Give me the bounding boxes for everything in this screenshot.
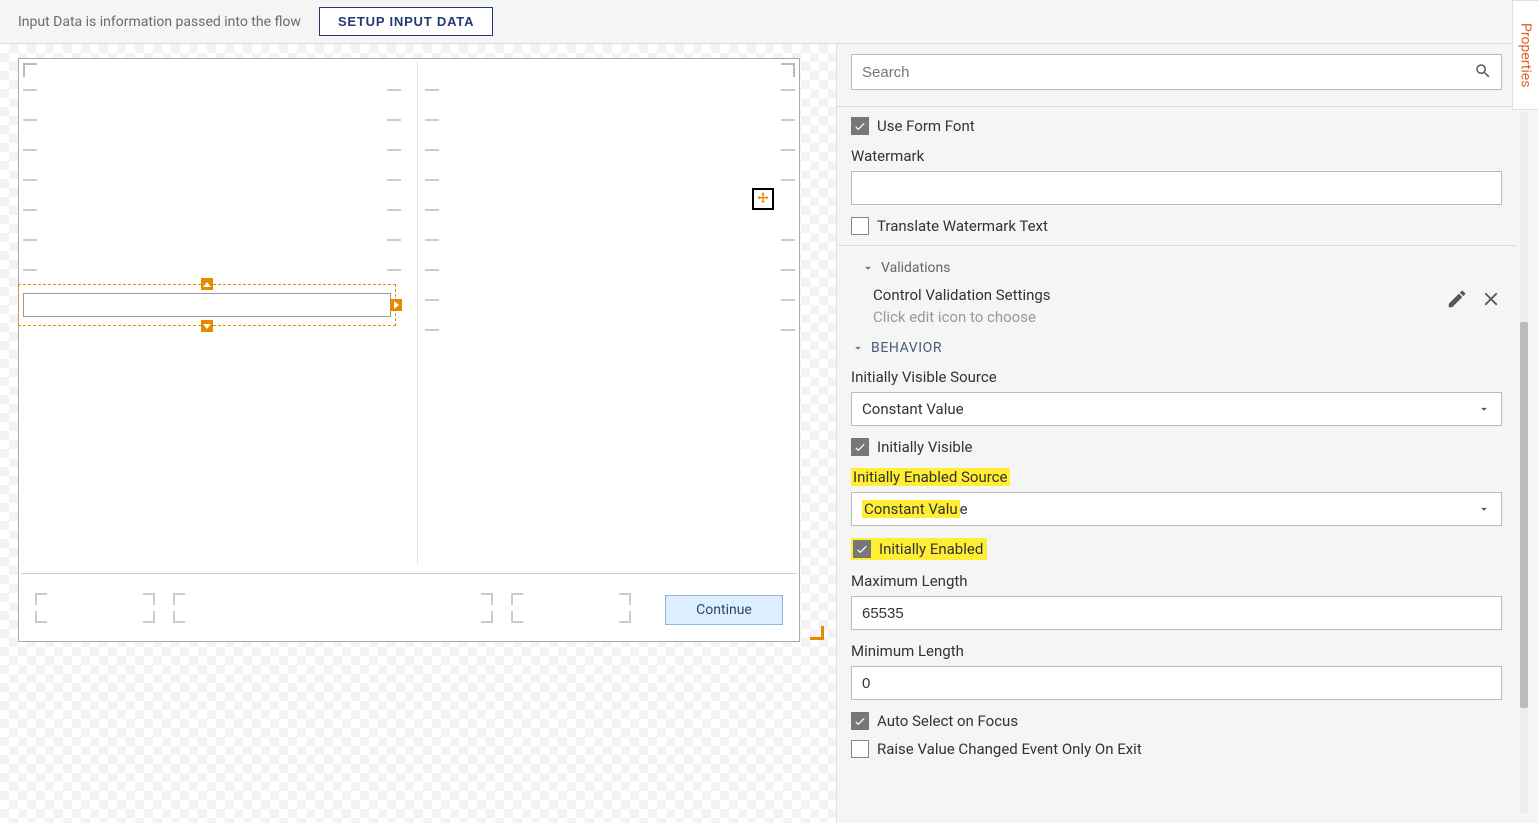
setup-input-data-button[interactable]: SETUP INPUT DATA [319, 7, 493, 36]
initially-enabled-label: Initially Enabled [879, 540, 983, 558]
ruler-tick [387, 179, 401, 181]
min-length-input[interactable] [851, 666, 1502, 700]
column-divider [417, 61, 418, 565]
ruler-tick [781, 179, 795, 181]
close-icon[interactable] [1480, 288, 1502, 310]
behavior-title: BEHAVIOR [871, 340, 942, 356]
resize-handle-right[interactable] [390, 299, 402, 311]
ruler-tick [781, 119, 795, 121]
translate-watermark-label: Translate Watermark Text [877, 217, 1048, 235]
ruler-tick [387, 149, 401, 151]
ruler-tick [781, 149, 795, 151]
raise-event-checkbox[interactable] [851, 740, 869, 758]
button-slot[interactable] [35, 593, 155, 623]
ruler-tick [425, 299, 439, 301]
initially-enabled-source-label: Initially Enabled Source [851, 468, 1502, 486]
ruler-tick [781, 89, 795, 91]
ruler-tick [425, 269, 439, 271]
button-slot[interactable] [511, 593, 631, 623]
initially-enabled-row[interactable]: Initially Enabled [851, 538, 1502, 560]
frame-corner-tr [781, 63, 795, 77]
form-frame[interactable]: Continue [18, 58, 800, 642]
edit-icon[interactable] [1446, 288, 1468, 310]
initially-visible-row[interactable]: Initially Visible [851, 438, 1502, 456]
continue-button[interactable]: Continue [665, 595, 783, 625]
max-length-input[interactable] [851, 596, 1502, 630]
resize-handle-top[interactable] [201, 278, 213, 290]
auto-select-checkbox[interactable] [851, 712, 869, 730]
ruler-tick [781, 239, 795, 241]
ruler-tick [781, 269, 795, 271]
form-resize-handle[interactable] [810, 626, 824, 640]
ruler-tick [425, 239, 439, 241]
panel-scrollbar[interactable] [1520, 112, 1528, 813]
move-icon [755, 191, 771, 207]
ruler-tick [425, 329, 439, 331]
ruler-tick [23, 179, 37, 181]
behavior-section-header[interactable]: BEHAVIOR [851, 340, 1502, 356]
auto-select-label: Auto Select on Focus [877, 712, 1018, 730]
ruler-tick [425, 89, 439, 91]
raise-event-label: Raise Value Changed Event Only On Exit [877, 740, 1142, 758]
initially-visible-source-value: Constant Value [862, 400, 964, 418]
chevron-down-icon [1477, 402, 1491, 416]
ruler-tick [425, 149, 439, 151]
validations-section-header[interactable]: Validations [861, 260, 1502, 276]
initially-enabled-source-select[interactable]: Constant Value [851, 492, 1502, 526]
form-canvas[interactable]: Continue [0, 44, 836, 823]
initially-visible-checkbox[interactable] [851, 438, 869, 456]
ruler-tick [387, 209, 401, 211]
row-divider [21, 573, 797, 574]
min-length-label: Minimum Length [851, 642, 1502, 660]
translate-watermark-row[interactable]: Translate Watermark Text [851, 217, 1502, 235]
ruler-tick [425, 119, 439, 121]
resize-handle-bottom[interactable] [201, 320, 213, 332]
ruler-tick [781, 299, 795, 301]
initially-visible-source-label: Initially Visible Source [851, 368, 1502, 386]
ruler-tick [425, 179, 439, 181]
ruler-tick [23, 89, 37, 91]
properties-panel: Use Form Font Watermark Translate Waterm… [836, 44, 1538, 823]
initially-enabled-checkbox[interactable] [853, 540, 871, 558]
selected-textbox[interactable] [18, 284, 396, 326]
ruler-tick [425, 209, 439, 211]
search-input[interactable] [851, 54, 1502, 90]
chevron-down-icon [1477, 502, 1491, 516]
use-form-font-checkbox[interactable] [851, 117, 869, 135]
initially-visible-label: Initially Visible [877, 438, 972, 456]
initially-visible-source-select[interactable]: Constant Value [851, 392, 1502, 426]
ruler-tick [387, 269, 401, 271]
ruler-tick [23, 209, 37, 211]
ruler-tick [23, 269, 37, 271]
move-handle[interactable] [752, 188, 774, 210]
ruler-tick [387, 239, 401, 241]
raise-event-row[interactable]: Raise Value Changed Event Only On Exit [851, 740, 1502, 758]
ruler-tick [387, 119, 401, 121]
ruler-tick [387, 89, 401, 91]
button-slot[interactable] [173, 593, 493, 623]
input-data-desc: Input Data is information passed into th… [18, 14, 301, 30]
validations-title: Validations [881, 260, 950, 276]
properties-tab[interactable]: Properties [1512, 0, 1538, 110]
ruler-tick [781, 329, 795, 331]
validation-hint: Click edit icon to choose [873, 308, 1502, 326]
watermark-input[interactable] [851, 171, 1502, 205]
translate-watermark-checkbox[interactable] [851, 217, 869, 235]
textbox-input[interactable] [23, 293, 391, 317]
max-length-label: Maximum Length [851, 572, 1502, 590]
chevron-down-icon [851, 341, 865, 355]
chevron-down-icon [861, 261, 875, 275]
top-bar: Input Data is information passed into th… [0, 0, 1538, 44]
use-form-font-label: Use Form Font [877, 117, 975, 135]
ruler-tick [23, 119, 37, 121]
ruler-tick [23, 239, 37, 241]
control-validation-settings-label: Control Validation Settings [873, 286, 1502, 304]
initially-enabled-source-value: Constant Value [862, 500, 968, 518]
watermark-label: Watermark [851, 147, 1502, 165]
frame-corner-tl [23, 63, 37, 77]
ruler-tick [23, 149, 37, 151]
search-icon [1474, 62, 1492, 80]
auto-select-row[interactable]: Auto Select on Focus [851, 712, 1502, 730]
use-form-font-row[interactable]: Use Form Font [851, 117, 1502, 135]
